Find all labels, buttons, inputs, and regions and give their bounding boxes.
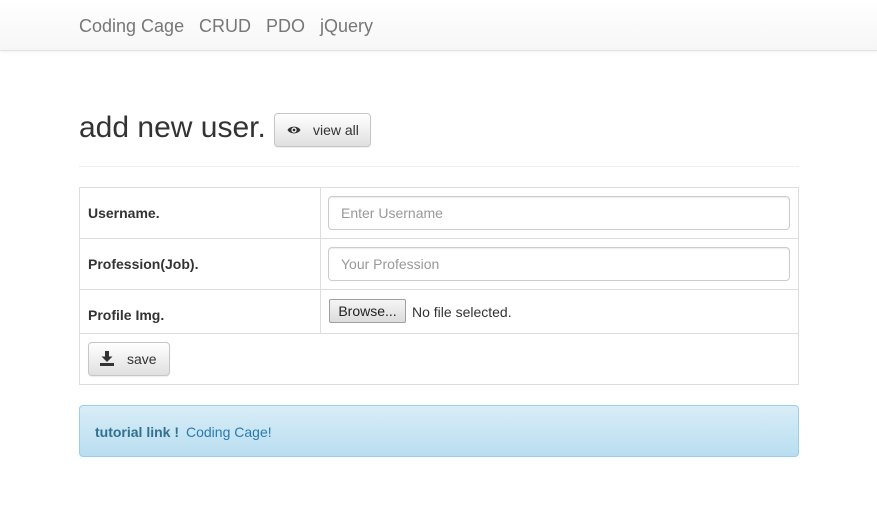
title-divider (79, 166, 799, 167)
nav-link-jquery[interactable]: jQuery (320, 15, 373, 37)
table-column-divider (320, 188, 321, 333)
table-row-divider (80, 238, 798, 239)
view-all-label: view all (313, 122, 359, 138)
file-status-text: No file selected. (412, 304, 512, 320)
user-form-table: Username. Profession(Job). Profile Img. … (79, 187, 799, 385)
table-row-divider (80, 289, 798, 290)
save-label: save (127, 351, 157, 367)
navbar-brand[interactable]: Coding Cage (79, 15, 184, 37)
browse-button[interactable]: Browse... (329, 299, 406, 323)
eye-icon (287, 123, 301, 137)
alert-strong-text: tutorial link ! (95, 424, 179, 440)
tutorial-alert: tutorial link ! Coding Cage! (79, 405, 799, 457)
save-button[interactable]: save (88, 342, 170, 376)
table-row-divider (80, 333, 798, 334)
nav-link-pdo[interactable]: PDO (266, 15, 305, 37)
nav-link-crud[interactable]: CRUD (199, 15, 251, 37)
username-input[interactable] (328, 196, 790, 230)
page-title: add new user. (79, 111, 266, 144)
navbar: Coding Cage CRUD PDO jQuery (0, 0, 877, 51)
profession-input[interactable] (328, 247, 790, 281)
username-label: Username. (88, 205, 160, 221)
view-all-button[interactable]: view all (274, 113, 371, 147)
profession-label: Profession(Job). (88, 256, 199, 272)
tutorial-link[interactable]: Coding Cage! (186, 424, 272, 440)
profile-img-label: Profile Img. (88, 307, 165, 323)
download-icon (100, 351, 114, 366)
